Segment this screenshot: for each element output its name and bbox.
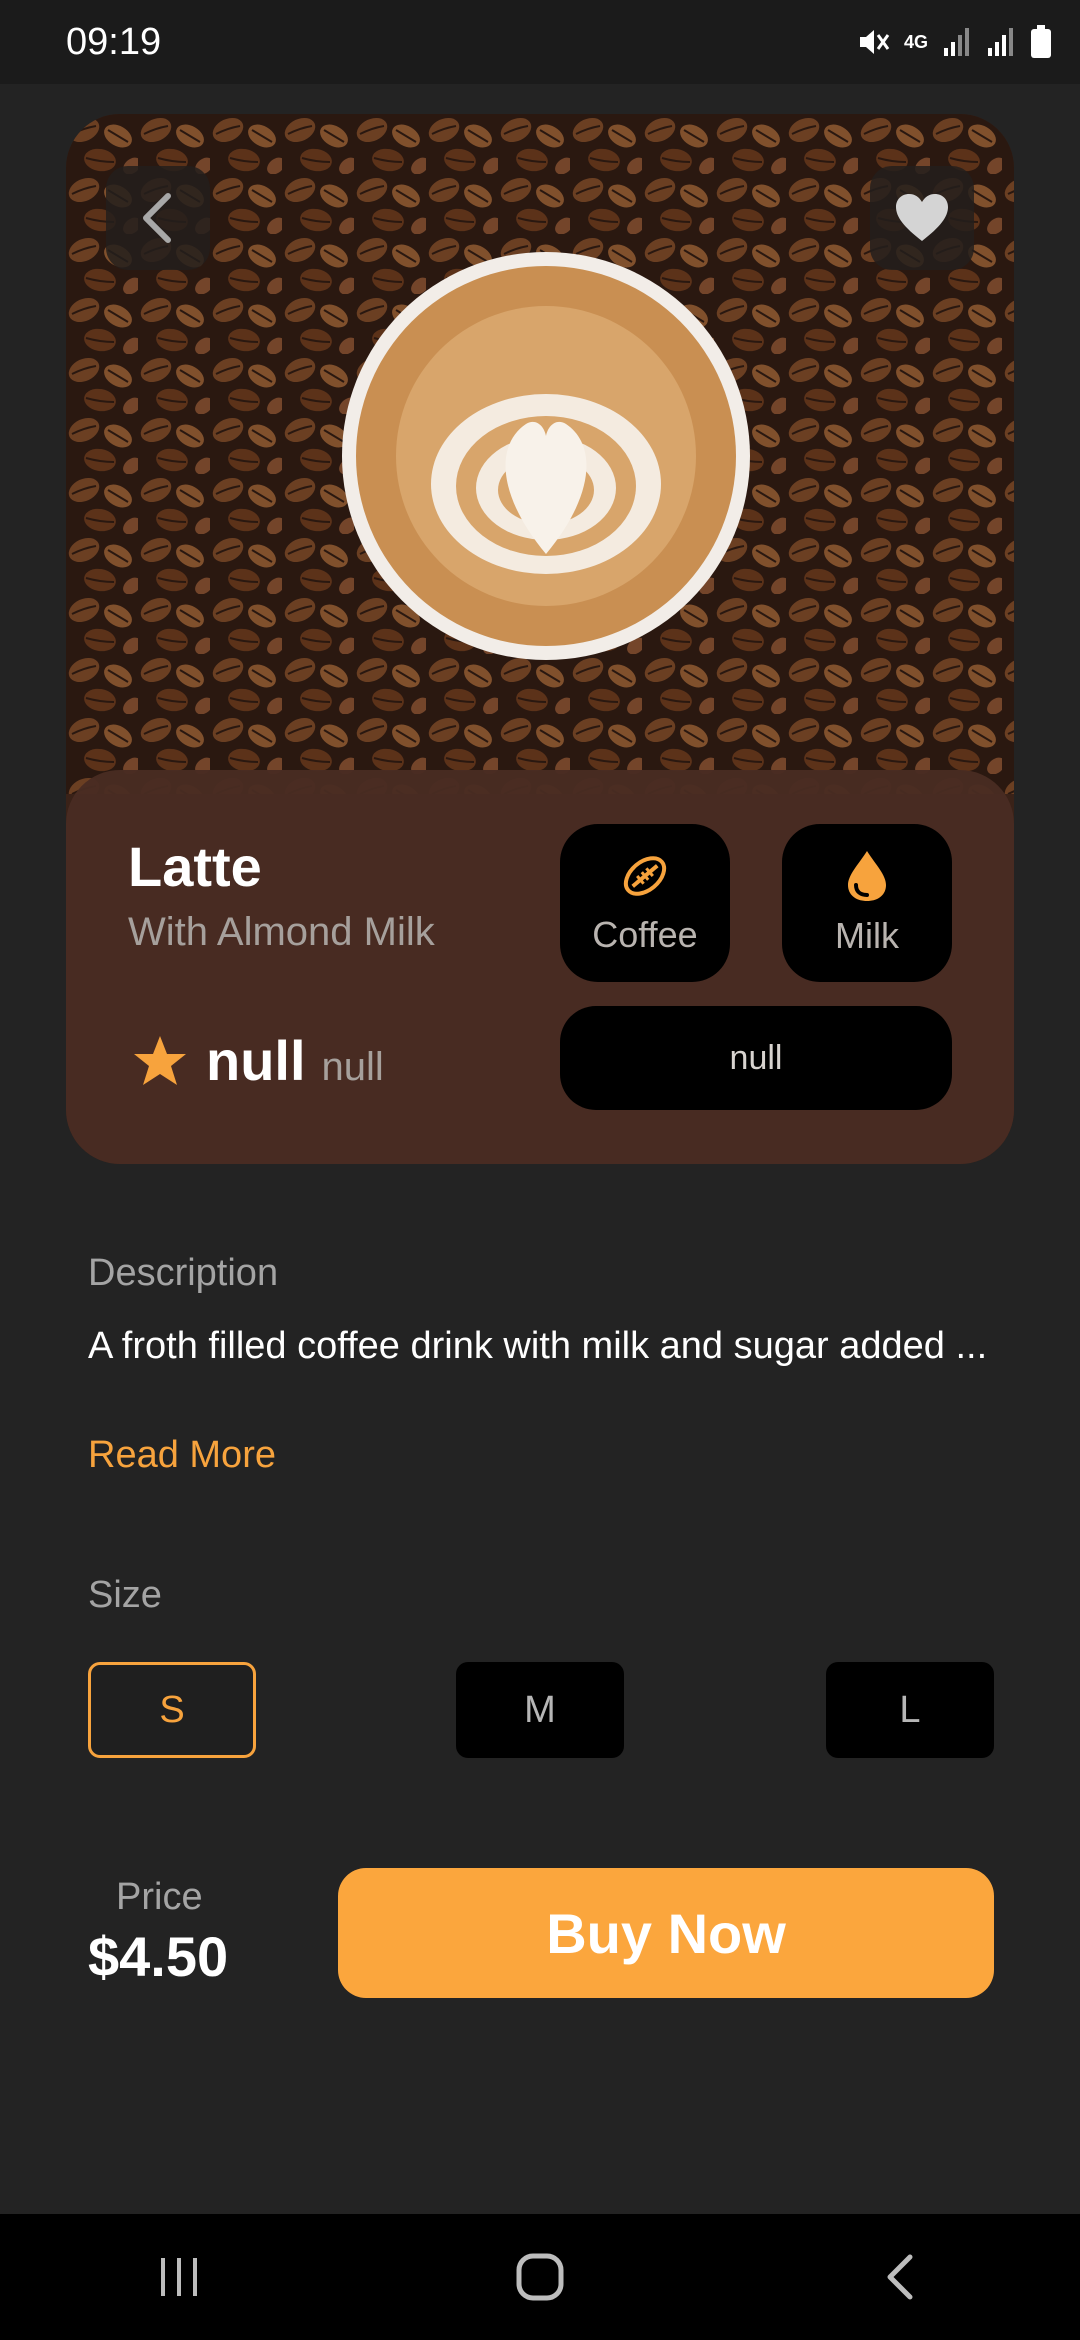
ingredient-chip-milk: Milk	[782, 824, 952, 982]
price-label: Price	[116, 1876, 203, 1918]
ingredient-label-coffee: Coffee	[592, 914, 698, 955]
rating-count: null	[321, 1045, 384, 1089]
back-icon	[887, 2254, 913, 2300]
heart-icon	[896, 194, 948, 241]
product-info-panel: Latte With Almond Milk Coffee Milk null …	[66, 770, 1014, 1164]
mute-icon	[856, 25, 890, 59]
star-icon	[134, 1035, 186, 1085]
price-value: $4.50	[88, 1925, 229, 1988]
recent-apps-button[interactable]	[80, 2214, 280, 2340]
drop-icon	[848, 851, 886, 901]
rating-row: null null	[132, 1028, 384, 1093]
battery-icon	[1030, 25, 1052, 59]
status-time: 09:19	[66, 20, 162, 63]
size-option-m[interactable]: M	[456, 1662, 624, 1758]
size-option-s[interactable]: S	[88, 1662, 256, 1758]
back-button[interactable]	[106, 166, 210, 270]
status-icons: 4G	[856, 25, 1052, 59]
system-nav-bar	[0, 2214, 1080, 2340]
ingredient-label-milk: Milk	[835, 915, 899, 956]
home-button[interactable]	[440, 2214, 640, 2340]
chevron-left-icon	[143, 193, 171, 243]
signal-icon	[942, 26, 972, 58]
coffee-bean-icon	[623, 856, 667, 896]
network-4g-icon: 4G	[903, 31, 928, 52]
buy-now-button[interactable]: Buy Now	[338, 1868, 994, 1998]
status-bar: 09:19 4G	[0, 0, 1080, 84]
description-heading: Description	[88, 1252, 279, 1294]
home-icon	[516, 2253, 564, 2301]
signal-icon-2	[986, 26, 1016, 58]
favorite-button[interactable]	[870, 166, 974, 270]
product-name: Latte	[128, 835, 262, 898]
description-text: A froth filled coffee drink with milk an…	[88, 1325, 988, 1367]
size-heading: Size	[88, 1574, 162, 1616]
size-option-l[interactable]: L	[826, 1662, 994, 1758]
back-nav-button[interactable]	[800, 2214, 1000, 2340]
roast-pill: null	[560, 1006, 952, 1110]
product-hero-card: Latte With Almond Milk Coffee Milk null …	[66, 114, 1014, 1164]
ingredient-chip-coffee: Coffee	[560, 824, 730, 982]
recent-apps-icon	[161, 2258, 197, 2296]
read-more-link[interactable]: Read More	[88, 1434, 276, 1477]
rating-value: null	[206, 1029, 306, 1092]
product-subtitle: With Almond Milk	[128, 910, 435, 954]
